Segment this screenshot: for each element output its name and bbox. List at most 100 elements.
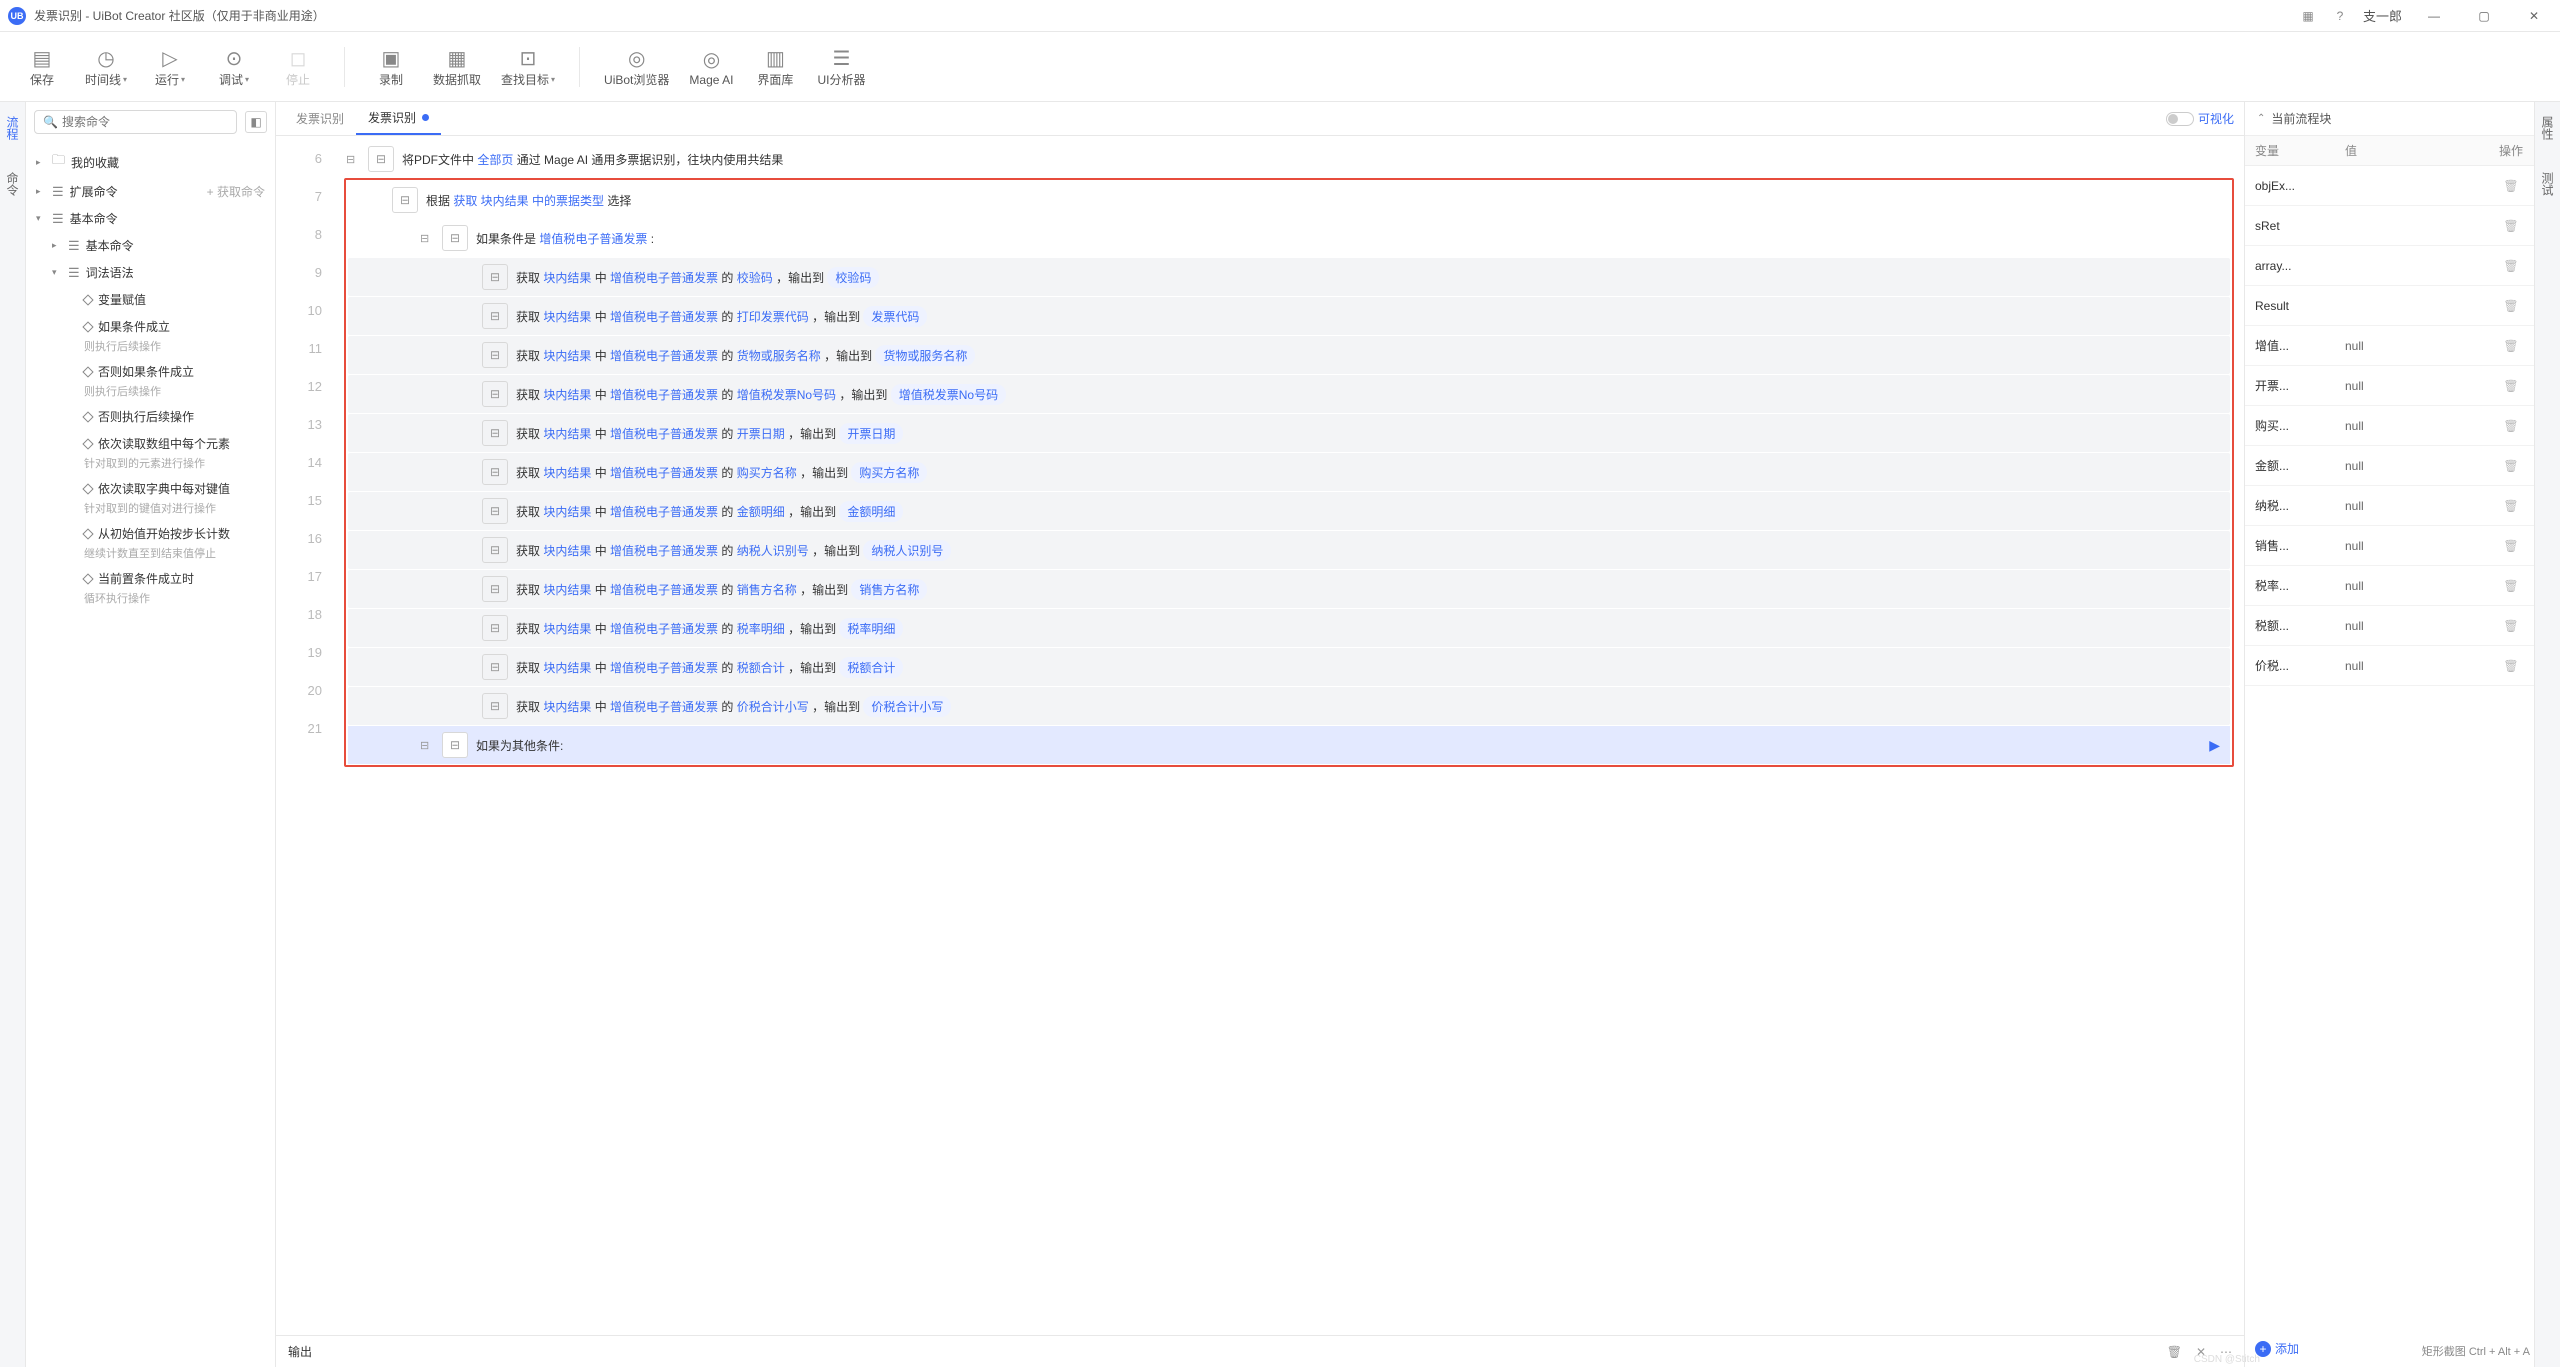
uibot-browser-button[interactable]: ◎UiBot浏览器 xyxy=(596,37,677,97)
block-line[interactable]: ⊟获取 块内结果 中 增值税电子普通发票 的 校验码 ，输出到 校验码 xyxy=(348,258,2230,296)
delete-var-icon[interactable]: 🗑 xyxy=(2488,619,2534,633)
record-button[interactable]: ▣录制 xyxy=(361,37,421,97)
output-pill[interactable]: 金额明细 xyxy=(839,501,903,522)
collapse-icon[interactable]: ⊟ xyxy=(420,739,434,752)
tree-node[interactable]: 从初始值开始按步长计数 xyxy=(26,520,275,547)
block-line[interactable]: ⊟获取 块内结果 中 增值税电子普通发票 的 货物或服务名称 ，输出到 货物或服… xyxy=(348,336,2230,374)
block-line-selected[interactable]: ⊟⊟如果为其他条件:▶ xyxy=(348,726,2230,764)
variable-row[interactable]: 增值...null🗑 xyxy=(2245,326,2534,366)
variable-row[interactable]: 税率...null🗑 xyxy=(2245,566,2534,606)
tab-active[interactable]: 发票识别 xyxy=(356,102,441,135)
delete-var-icon[interactable]: 🗑 xyxy=(2488,419,2534,433)
tree-caret-icon[interactable]: ▾ xyxy=(36,213,46,224)
close-button[interactable]: ✕ xyxy=(2516,4,2552,28)
trash-icon[interactable]: 🗑 xyxy=(2167,1345,2182,1359)
debug-button[interactable]: ⊙调试▾ xyxy=(204,37,264,97)
apps-icon[interactable]: ▦ xyxy=(2299,7,2317,25)
block-line[interactable]: ⊟⊟将PDF文件中 全部页 通过 Mage AI 通用多票据识别，往块内使用共结… xyxy=(340,140,2234,178)
tree-node[interactable]: 否则如果条件成立 xyxy=(26,358,275,385)
output-pill[interactable]: 纳税人识别号 xyxy=(863,540,951,561)
variable-row[interactable]: 金额...null🗑 xyxy=(2245,446,2534,486)
delete-var-icon[interactable]: 🗑 xyxy=(2488,539,2534,553)
variable-row[interactable]: 购买...null🗑 xyxy=(2245,406,2534,446)
output-pill[interactable]: 税率明细 xyxy=(839,618,903,639)
output-pill[interactable]: 增值税发票No号码 xyxy=(891,384,1006,405)
tree-node[interactable]: 依次读取数组中每个元素 xyxy=(26,430,275,457)
block-line[interactable]: ⊟获取 块内结果 中 增值税电子普通发票 的 税率明细 ，输出到 税率明细 xyxy=(348,609,2230,647)
findtarget-button[interactable]: ⊡查找目标▾ xyxy=(493,37,563,97)
help-icon[interactable]: ? xyxy=(2331,7,2349,25)
variable-row[interactable]: Result🗑 xyxy=(2245,286,2534,326)
block-line[interactable]: ⊟获取 块内结果 中 增值税电子普通发票 的 纳税人识别号 ，输出到 纳税人识别… xyxy=(348,531,2230,569)
variable-row[interactable]: 价税...null🗑 xyxy=(2245,646,2534,686)
delete-var-icon[interactable]: 🗑 xyxy=(2488,659,2534,673)
tree-node[interactable]: 依次读取字典中每对键值 xyxy=(26,475,275,502)
tree-node[interactable]: ▾☰词法语法 xyxy=(26,259,275,286)
delete-var-icon[interactable]: 🗑 xyxy=(2488,579,2534,593)
tree-node[interactable]: 如果条件成立 xyxy=(26,313,275,340)
delete-var-icon[interactable]: 🗑 xyxy=(2488,259,2534,273)
user-name[interactable]: 支一郎 xyxy=(2363,6,2402,25)
output-pill[interactable]: 开票日期 xyxy=(839,423,903,444)
rail-tab-props[interactable]: 属性 xyxy=(2539,110,2556,146)
get-command-link[interactable]: + 获取命令 xyxy=(207,183,265,200)
block-handle-icon[interactable]: ⊟ xyxy=(482,420,508,446)
rail-tab-commands[interactable]: 命令 xyxy=(4,166,21,202)
output-pill[interactable]: 价税合计小写 xyxy=(863,696,951,717)
block-line[interactable]: ⊟获取 块内结果 中 增值税电子普通发票 的 购买方名称 ，输出到 购买方名称 xyxy=(348,453,2230,491)
tree-caret-icon[interactable]: ▾ xyxy=(52,267,62,278)
block-handle-icon[interactable]: ⊟ xyxy=(482,498,508,524)
collapse-sidebar-button[interactable]: ◧ xyxy=(245,111,267,133)
tree-node[interactable]: 变量赋值 xyxy=(26,286,275,313)
block-handle-icon[interactable]: ⊟ xyxy=(482,537,508,563)
collapse-icon[interactable]: ⊟ xyxy=(420,232,434,245)
rail-tab-test[interactable]: 测试 xyxy=(2539,166,2556,202)
variable-row[interactable]: 开票...null🗑 xyxy=(2245,366,2534,406)
block-handle-icon[interactable]: ⊟ xyxy=(442,732,468,758)
block-handle-icon[interactable]: ⊟ xyxy=(482,303,508,329)
variable-row[interactable]: 税额...null🗑 xyxy=(2245,606,2534,646)
block-line[interactable]: ⊟获取 块内结果 中 增值税电子普通发票 的 开票日期 ，输出到 开票日期 xyxy=(348,414,2230,452)
tree-caret-icon[interactable]: ▸ xyxy=(36,157,46,168)
maximize-button[interactable]: ▢ xyxy=(2466,4,2502,28)
tree-node[interactable]: ▸☰基本命令 xyxy=(26,232,275,259)
tab-inactive[interactable]: 发票识别 xyxy=(284,102,356,135)
block-handle-icon[interactable]: ⊟ xyxy=(482,264,508,290)
block-handle-icon[interactable]: ⊟ xyxy=(482,381,508,407)
delete-var-icon[interactable]: 🗑 xyxy=(2488,179,2534,193)
toggle-switch-icon[interactable] xyxy=(2166,112,2194,126)
block-handle-icon[interactable]: ⊟ xyxy=(482,459,508,485)
block-handle-icon[interactable]: ⊟ xyxy=(482,576,508,602)
delete-var-icon[interactable]: 🗑 xyxy=(2488,299,2534,313)
block-handle-icon[interactable]: ⊟ xyxy=(482,342,508,368)
delete-var-icon[interactable]: 🗑 xyxy=(2488,379,2534,393)
variable-row[interactable]: sRet🗑 xyxy=(2245,206,2534,246)
tree-caret-icon[interactable]: ▸ xyxy=(36,186,46,197)
block-line[interactable]: ⊟根据 获取 块内结果 中的票据类型 选择 xyxy=(348,181,2230,219)
block-handle-icon[interactable]: ⊟ xyxy=(392,187,418,213)
run-button[interactable]: ▷运行▾ xyxy=(140,37,200,97)
variable-row[interactable]: objEx...🗑 xyxy=(2245,166,2534,206)
output-pill[interactable]: 发票代码 xyxy=(863,306,927,327)
output-pill[interactable]: 购买方名称 xyxy=(851,462,927,483)
collapse-icon[interactable]: ⊟ xyxy=(346,153,360,166)
block-line[interactable]: ⊟获取 块内结果 中 增值税电子普通发票 的 销售方名称 ，输出到 销售方名称 xyxy=(348,570,2230,608)
block-handle-icon[interactable]: ⊟ xyxy=(482,654,508,680)
block-line[interactable]: ⊟获取 块内结果 中 增值税电子普通发票 的 价税合计小写 ，输出到 价税合计小… xyxy=(348,687,2230,725)
output-pill[interactable]: 货物或服务名称 xyxy=(875,345,975,366)
block-handle-icon[interactable]: ⊟ xyxy=(442,225,468,251)
output-pill[interactable]: 销售方名称 xyxy=(851,579,927,600)
scrape-button[interactable]: ▦数据抓取 xyxy=(425,37,489,97)
block-line[interactable]: ⊟获取 块内结果 中 增值税电子普通发票 的 增值税发票No号码 ，输出到 增值… xyxy=(348,375,2230,413)
tree-node[interactable]: 当前置条件成立时 xyxy=(26,565,275,592)
variable-row[interactable]: 纳税...null🗑 xyxy=(2245,486,2534,526)
output-pill[interactable]: 税额合计 xyxy=(839,657,903,678)
ui-analyzer-button[interactable]: ☰UI分析器 xyxy=(809,37,873,97)
ui-lib-button[interactable]: ▥界面库 xyxy=(745,37,805,97)
tree-node[interactable]: ▸🗀我的收藏 xyxy=(26,146,275,178)
block-line[interactable]: ⊟⊟如果条件是 增值税电子普通发票 : xyxy=(348,219,2230,257)
timeline-button[interactable]: ◷时间线▾ xyxy=(76,37,136,97)
search-field[interactable] xyxy=(62,115,228,129)
delete-var-icon[interactable]: 🗑 xyxy=(2488,459,2534,473)
delete-var-icon[interactable]: 🗑 xyxy=(2488,219,2534,233)
